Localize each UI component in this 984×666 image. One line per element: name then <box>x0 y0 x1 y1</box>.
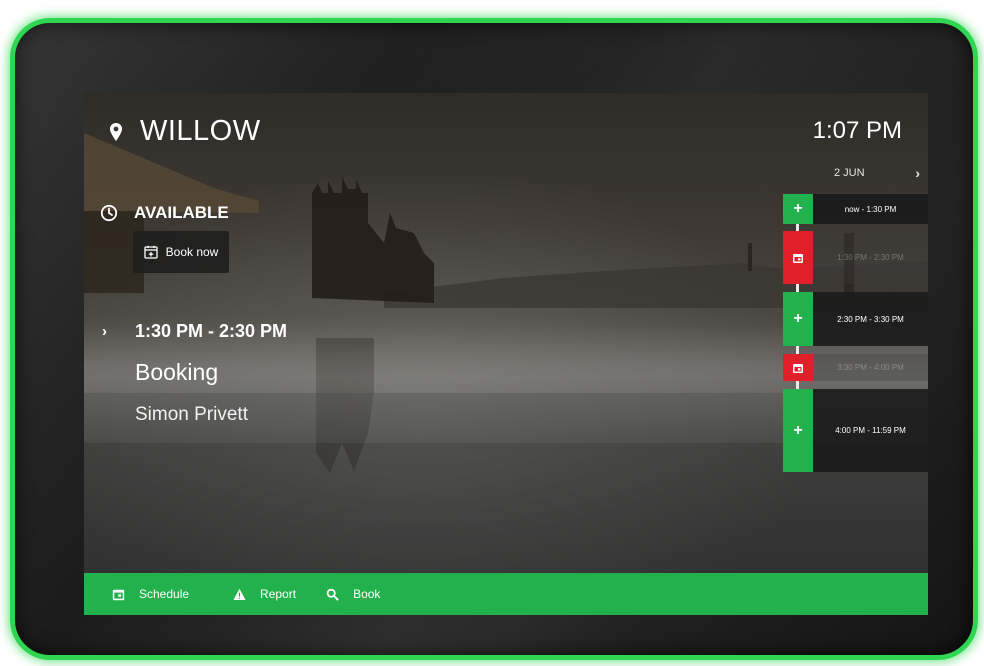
timeline-slot-busy[interactable]: 3:30 PM - 4:00 PM <box>783 354 928 381</box>
next-booking-time: 1:30 PM - 2:30 PM <box>135 321 288 341</box>
timeline-slot-free[interactable]: + now - 1:30 PM <box>783 194 928 224</box>
room-name: WILLOW <box>140 115 261 147</box>
calendar-icon <box>783 231 813 284</box>
timeline-divider <box>796 224 799 231</box>
timeline-divider <box>796 346 799 354</box>
calendar-icon <box>783 354 813 381</box>
report-label: Report <box>260 587 297 601</box>
book-label: Book <box>353 587 381 601</box>
calendar-icon <box>112 589 125 600</box>
timeline-slot-free[interactable]: + 4:00 PM - 11:59 PM <box>783 389 928 472</box>
timeline-slot-label: 2:30 PM - 3:30 PM <box>813 292 928 346</box>
timeline-slot-label: now - 1:30 PM <box>813 194 928 224</box>
next-booking-organizer: Simon Privett <box>135 404 248 425</box>
room-header: WILLOW <box>108 115 261 148</box>
current-time: 1:07 PM <box>812 117 902 144</box>
schedule-label: Schedule <box>139 587 190 601</box>
report-button[interactable]: Report <box>233 587 296 601</box>
timeline-slot-label: 3:30 PM - 4:00 PM <box>813 354 928 381</box>
schedule-button[interactable]: Schedule <box>112 587 189 601</box>
availability-status: AVAILABLE <box>100 203 229 223</box>
add-booking-icon: + <box>783 292 813 346</box>
book-button[interactable]: Book <box>326 587 380 601</box>
current-date: 2 JUN <box>834 167 865 179</box>
timeline-slot-busy[interactable]: 1:30 PM - 2:30 PM <box>783 231 928 284</box>
date-navigator: 2 JUN › <box>784 165 928 183</box>
map-pin-icon <box>110 122 122 141</box>
search-icon <box>326 588 339 601</box>
timeline-divider <box>796 284 799 292</box>
add-booking-icon: + <box>783 194 813 224</box>
status-text: AVAILABLE <box>134 203 229 222</box>
timeline-slot-label: 1:30 PM - 2:30 PM <box>813 231 928 284</box>
timeline-divider <box>796 381 799 389</box>
room-display-screen: WILLOW 1:07 PM 2 JUN › AVAILABLE Book no… <box>84 93 928 615</box>
next-day-button[interactable]: › <box>915 165 920 181</box>
book-now-label: Book now <box>165 245 219 259</box>
bottom-nav-bar: Schedule Report Book <box>84 573 928 615</box>
next-booking-title: Booking <box>135 359 219 385</box>
add-booking-icon: + <box>783 389 813 472</box>
timeline-slot-label: 4:00 PM - 11:59 PM <box>813 389 928 472</box>
book-now-button[interactable]: Book now <box>133 231 229 273</box>
warning-icon <box>233 588 246 600</box>
calendar-plus-icon <box>143 245 158 259</box>
clock-icon <box>100 204 118 222</box>
timeline-slot-free[interactable]: + 2:30 PM - 3:30 PM <box>783 292 928 346</box>
next-booking-chevron-icon: › <box>102 323 107 340</box>
